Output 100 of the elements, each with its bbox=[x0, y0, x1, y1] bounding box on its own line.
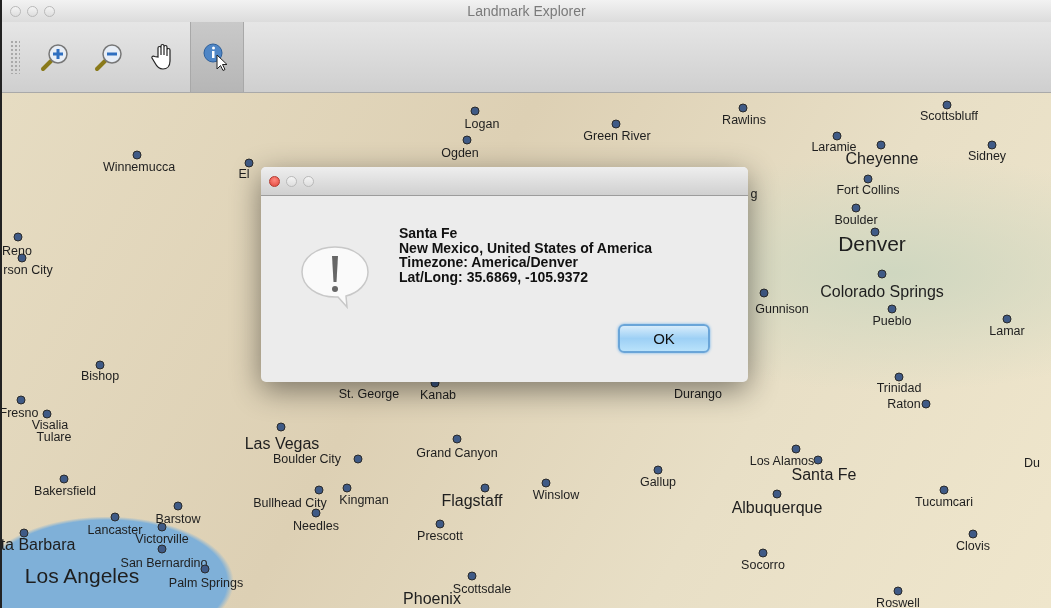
city-label: Socorro bbox=[741, 558, 785, 572]
city-label: Gunnison bbox=[755, 302, 809, 316]
location-dot-icon[interactable] bbox=[244, 158, 254, 168]
location-dot-icon[interactable] bbox=[342, 483, 352, 493]
city-label: Lamar bbox=[989, 324, 1025, 338]
location-dot-icon[interactable] bbox=[157, 522, 167, 532]
city-label: Santa Fe bbox=[791, 466, 857, 484]
location-dot-icon[interactable] bbox=[17, 253, 27, 263]
city-label: Los Alamos bbox=[749, 454, 815, 468]
toolbar-grip-icon[interactable] bbox=[10, 40, 20, 74]
location-dot-icon[interactable] bbox=[157, 544, 167, 554]
location-dot-icon[interactable] bbox=[276, 422, 286, 432]
location-dot-icon[interactable] bbox=[870, 227, 880, 237]
location-dot-icon[interactable] bbox=[893, 586, 903, 596]
location-dot-icon[interactable] bbox=[653, 465, 663, 475]
city-label: Visalia bbox=[31, 418, 69, 432]
city-label: Bishop bbox=[80, 369, 120, 383]
city-label: Fort Collins bbox=[836, 183, 900, 197]
location-dot-icon[interactable] bbox=[791, 444, 801, 454]
location-dot-icon[interactable] bbox=[467, 571, 477, 581]
city-label: Reno bbox=[2, 244, 32, 258]
city-label: Needles bbox=[293, 519, 339, 533]
location-dot-icon[interactable] bbox=[772, 489, 782, 499]
city-label: Winslow bbox=[532, 488, 580, 502]
city-label: Denver bbox=[838, 232, 906, 256]
city-label: Gallup bbox=[639, 475, 677, 489]
city-label: Roswell bbox=[876, 596, 920, 608]
city-label: Tulare bbox=[36, 430, 72, 444]
location-dot-icon[interactable] bbox=[813, 455, 823, 465]
location-dot-icon[interactable] bbox=[16, 395, 26, 405]
city-label: Flagstaff bbox=[441, 492, 503, 510]
location-dot-icon[interactable] bbox=[921, 399, 931, 409]
window-title: Landmark Explorer bbox=[466, 3, 587, 19]
city-label: Boulder City bbox=[272, 452, 342, 466]
city-label: Durango bbox=[674, 387, 722, 401]
location-dot-icon[interactable] bbox=[132, 150, 142, 160]
location-dot-icon[interactable] bbox=[877, 269, 887, 279]
location-dot-icon[interactable] bbox=[42, 409, 52, 419]
city-label: rson City bbox=[3, 263, 53, 277]
city-label: St. George bbox=[338, 387, 400, 401]
location-dot-icon[interactable] bbox=[738, 103, 748, 113]
city-label: Bakersfield bbox=[34, 484, 96, 498]
city-label: Colorado Springs bbox=[820, 283, 944, 301]
location-dot-icon[interactable] bbox=[863, 174, 873, 184]
warning-bubble-icon bbox=[299, 244, 371, 310]
location-dot-icon[interactable] bbox=[173, 501, 183, 511]
message-text: Timezone: America/Denver bbox=[399, 255, 579, 270]
city-label: g bbox=[750, 187, 758, 201]
location-dot-icon[interactable] bbox=[894, 372, 904, 382]
city-label: Sidney bbox=[967, 149, 1007, 163]
location-dot-icon[interactable] bbox=[987, 140, 997, 150]
city-label: Kanab bbox=[419, 388, 457, 402]
location-dot-icon[interactable] bbox=[435, 519, 445, 529]
close-button[interactable] bbox=[269, 175, 280, 187]
city-label: Scottsbluff bbox=[919, 109, 979, 123]
message-text: Lat/Long: 35.6869, -105.9372 bbox=[399, 269, 590, 284]
message-text: New Mexico, United States of America bbox=[399, 240, 654, 255]
city-label: Boulder bbox=[834, 213, 878, 227]
city-label: Palm Springs bbox=[168, 576, 244, 590]
city-label: Kingman bbox=[339, 493, 389, 507]
location-dot-icon[interactable] bbox=[832, 131, 842, 141]
city-label: Bullhead City bbox=[253, 496, 327, 510]
city-label: Green River bbox=[583, 129, 651, 143]
city-label: Du bbox=[1024, 456, 1040, 470]
city-label: Raton bbox=[887, 397, 921, 411]
location-dot-icon[interactable] bbox=[887, 304, 897, 314]
zoom-out-icon bbox=[94, 42, 124, 72]
ok-button[interactable]: OK bbox=[618, 324, 710, 353]
location-dot-icon[interactable] bbox=[876, 140, 886, 150]
location-dot-icon[interactable] bbox=[452, 434, 462, 444]
location-dot-icon[interactable] bbox=[1002, 314, 1012, 324]
location-dot-icon[interactable] bbox=[758, 548, 768, 558]
location-dot-icon[interactable] bbox=[470, 106, 480, 116]
location-dot-icon[interactable] bbox=[759, 288, 769, 298]
tool-button[interactable] bbox=[190, 22, 244, 92]
city-label: Albuquerque bbox=[731, 499, 823, 517]
location-dot-icon[interactable] bbox=[19, 528, 29, 538]
location-dot-icon[interactable] bbox=[968, 529, 978, 539]
location-dot-icon[interactable] bbox=[311, 508, 321, 518]
location-dot-icon[interactable] bbox=[59, 474, 69, 484]
city-label: Las Vegas bbox=[244, 435, 320, 453]
location-dot-icon[interactable] bbox=[462, 135, 472, 145]
city-label: Winnemucca bbox=[102, 160, 176, 174]
location-dot-icon[interactable] bbox=[851, 203, 861, 213]
city-label: Trinidad bbox=[876, 381, 922, 395]
city-label: Clovis bbox=[956, 539, 990, 553]
location-dot-icon[interactable] bbox=[95, 360, 105, 370]
location-dot-icon[interactable] bbox=[942, 100, 952, 110]
location-dot-icon[interactable] bbox=[110, 512, 120, 522]
location-dot-icon[interactable] bbox=[314, 485, 324, 495]
location-dot-icon[interactable] bbox=[541, 478, 551, 488]
location-dot-icon[interactable] bbox=[480, 483, 490, 493]
location-dot-icon[interactable] bbox=[353, 454, 363, 464]
city-label: El bbox=[238, 167, 250, 181]
location-dot-icon[interactable] bbox=[13, 232, 23, 242]
city-label: Rawlins bbox=[722, 113, 766, 127]
city-label: Logan bbox=[464, 117, 500, 131]
location-dot-icon[interactable] bbox=[939, 485, 949, 495]
location-dot-icon[interactable] bbox=[611, 119, 621, 129]
city-label: Grand Canyon bbox=[416, 446, 498, 460]
